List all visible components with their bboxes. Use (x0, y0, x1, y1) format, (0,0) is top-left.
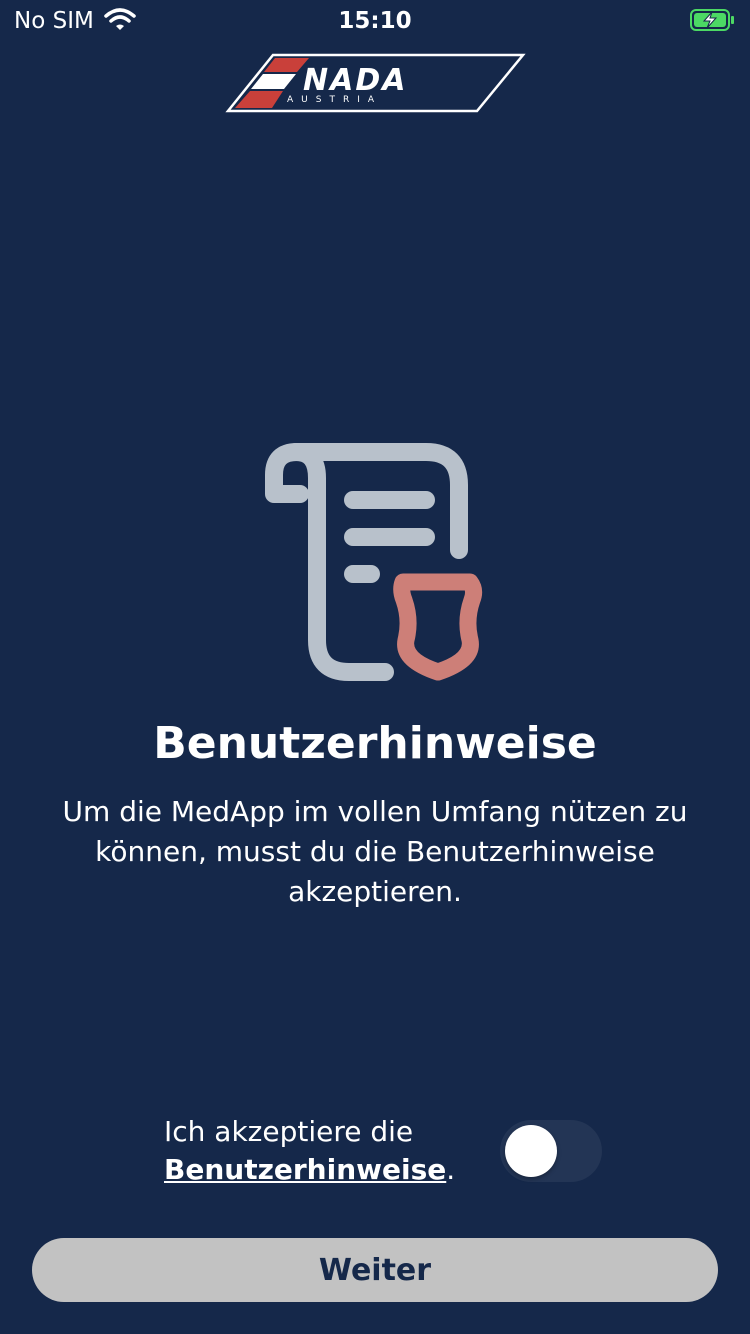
document-shield-icon (265, 443, 483, 681)
consent-prefix: Ich akzeptiere die (164, 1115, 414, 1148)
nada-austria-logo: NADA AUSTRIA (225, 53, 526, 113)
battery-charging-icon (690, 9, 734, 31)
consent-label: Ich akzeptiere die Benutzerhinweise. (164, 1113, 455, 1189)
terms-link[interactable]: Benutzerhinweise (164, 1153, 446, 1186)
next-button[interactable]: Weiter (32, 1238, 718, 1302)
accept-toggle[interactable] (500, 1120, 602, 1182)
page-title: Benutzerhinweise (153, 718, 597, 769)
status-bar: No SIM 15:10 (0, 0, 750, 40)
clock: 15:10 (338, 8, 412, 34)
svg-text:AUSTRIA: AUSTRIA (287, 95, 382, 105)
consent-suffix: . (446, 1153, 456, 1186)
svg-text:NADA: NADA (303, 63, 407, 98)
toggle-knob (505, 1125, 557, 1177)
description: Um die MedApp im vollen Umfang nützen zu… (62, 795, 688, 908)
